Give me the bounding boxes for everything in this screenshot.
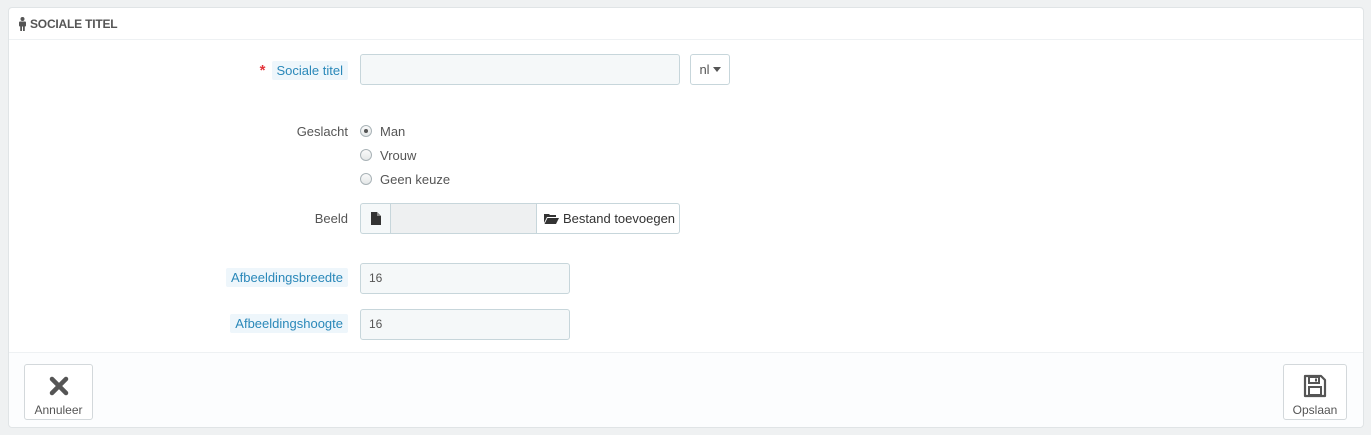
gender-option-vrouw[interactable]: Vrouw (360, 147, 416, 163)
caret-down-icon (712, 67, 721, 72)
radio-button[interactable] (360, 125, 372, 137)
file-name-field[interactable] (390, 203, 537, 234)
radio-label: Man (380, 123, 406, 139)
panel-title: SOCIALE TITEL (30, 16, 118, 31)
cancel-button[interactable]: Annuleer (24, 364, 93, 420)
social-title-panel: SOCIALE TITEL * Sociale titel nl Geslacht… (8, 7, 1364, 428)
save-label: Opslaan (1292, 403, 1338, 417)
required-mark: * (259, 62, 266, 79)
add-file-button[interactable]: Bestand toevoegen (537, 203, 680, 234)
file-icon (360, 203, 390, 234)
image-height-label-wrap: Afbeeldingshoogte (230, 314, 348, 333)
image-width-input[interactable]: 16 (360, 263, 570, 294)
folder-open-icon (544, 214, 559, 224)
radio-button[interactable] (360, 149, 372, 161)
social-title-label: Sociale titel (271, 61, 348, 80)
gender-option-geen-keuze[interactable]: Geen keuze (360, 171, 450, 187)
radio-label: Vrouw (380, 147, 417, 163)
social-title-label-wrap: * Sociale titel (259, 61, 348, 80)
user-icon (18, 16, 27, 31)
radio-button[interactable] (360, 173, 372, 185)
save-icon (1303, 373, 1327, 399)
radio-label: Geen keuze (380, 171, 451, 187)
save-button[interactable]: Opslaan (1283, 364, 1347, 420)
panel-heading: SOCIALE TITEL (9, 8, 1363, 40)
close-icon (49, 373, 69, 399)
language-label: nl (699, 62, 710, 77)
cancel-label: Annuleer (34, 403, 83, 417)
image-width-label: Afbeeldingsbreedte (225, 268, 348, 287)
image-label: Beeld (314, 211, 348, 226)
add-file-label: Bestand toevoegen (563, 211, 676, 226)
image-height-label: Afbeeldingshoogte (230, 314, 348, 333)
gender-label: Geslacht (296, 124, 348, 139)
gender-option-man[interactable]: Man (360, 123, 405, 139)
image-width-label-wrap: Afbeeldingsbreedte (225, 268, 348, 287)
social-title-input[interactable] (360, 54, 680, 85)
language-dropdown[interactable]: nl (690, 54, 730, 85)
file-upload-group: Bestand toevoegen (360, 203, 680, 234)
panel-footer: Annuleer Opslaan (9, 352, 1363, 427)
image-height-input[interactable]: 16 (360, 309, 570, 340)
